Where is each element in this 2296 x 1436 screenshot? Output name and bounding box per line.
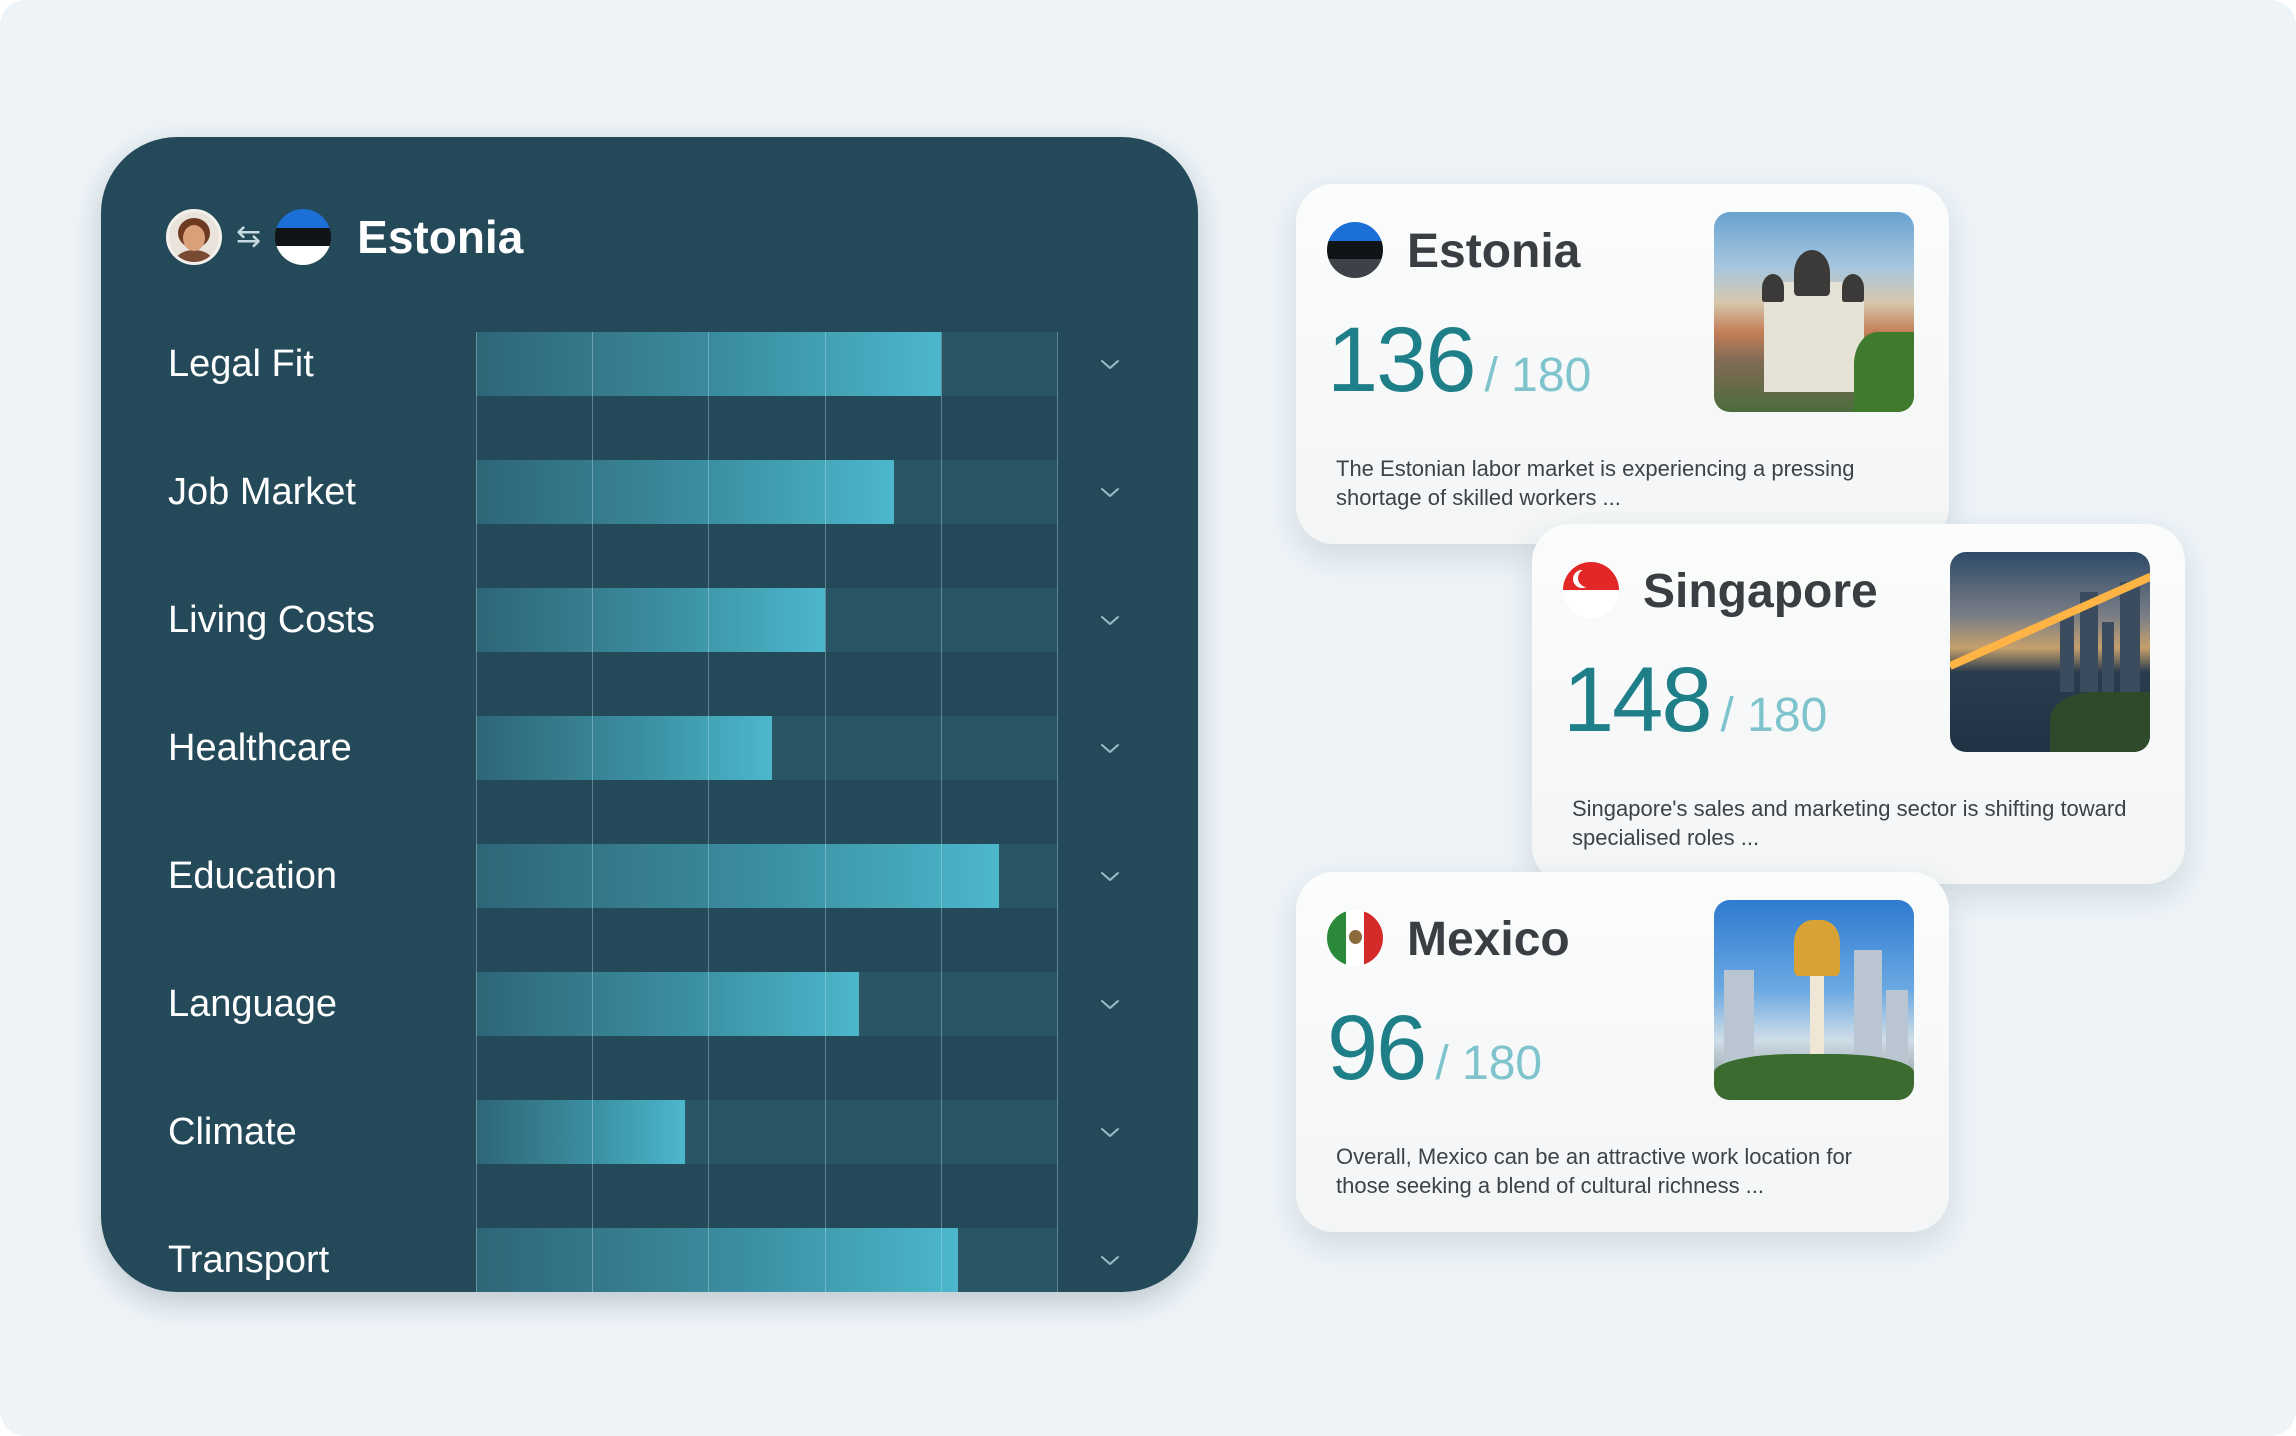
bar-gridline <box>941 332 942 1292</box>
criterion-bar-fill-climate <box>476 1100 686 1164</box>
criterion-bar-track-transport <box>476 1228 1057 1292</box>
criterion-bar-fill-living-costs <box>476 588 825 652</box>
criterion-label-legal-fit: Legal Fit <box>168 343 314 385</box>
chevron-down-icon[interactable] <box>1099 588 1121 652</box>
bar-gridline <box>592 332 593 1292</box>
criterion-bar-track-language <box>476 972 1057 1036</box>
country-card-mexico[interactable]: Mexico 96/ 180 Overall, Mexico can be an… <box>1296 872 1949 1232</box>
chevron-down-icon[interactable] <box>1099 972 1121 1036</box>
criterion-label-living-costs: Living Costs <box>168 599 375 641</box>
criterion-label-job-market: Job Market <box>168 471 356 513</box>
criterion-bar-fill-language <box>476 972 860 1036</box>
chevron-down-icon[interactable] <box>1099 1228 1121 1292</box>
criterion-bar-fill-transport <box>476 1228 959 1292</box>
chevron-down-icon[interactable] <box>1099 460 1121 524</box>
canvas: ⇆ Estonia Legal Fit Job Market Living Cost… <box>0 0 2296 1436</box>
tallinn-city-photo <box>1714 212 1914 412</box>
criterion-bar-track-healthcare <box>476 716 1057 780</box>
singapore-flag-icon <box>1563 562 1619 618</box>
score-max: / 180 <box>1720 689 1828 742</box>
panel-header: ⇆ Estonia <box>166 207 523 267</box>
country-description: Overall, Mexico can be an attractive wor… <box>1336 1144 1853 1198</box>
panel-title: Estonia <box>357 211 524 263</box>
country-score: 148/ 180 <box>1563 649 1828 751</box>
singapore-city-photo <box>1950 552 2150 752</box>
bar-gridline <box>825 332 826 1292</box>
criterion-bar-fill-healthcare <box>476 716 773 780</box>
country-description: Singapore's sales and marketing sector i… <box>1572 796 2127 850</box>
chevron-down-icon[interactable] <box>1099 844 1121 908</box>
criterion-label-transport: Transport <box>168 1239 330 1281</box>
mexico-flag-icon <box>1327 910 1383 966</box>
score-max: / 180 <box>1435 1037 1543 1090</box>
country-fit-panel: ⇆ Estonia Legal Fit Job Market Living Cost… <box>101 137 1198 1292</box>
score-max: / 180 <box>1484 349 1592 402</box>
country-card-estonia[interactable]: Estonia 136/ 180 The Estonian labor mark… <box>1296 184 1949 544</box>
country-description: The Estonian labor market is experiencin… <box>1336 456 1855 510</box>
criterion-bar-fill-job-market <box>476 460 895 524</box>
criterion-bar-track-climate <box>476 1100 1057 1164</box>
mexico-city-photo <box>1714 900 1914 1100</box>
criterion-bar-track-living-costs <box>476 588 1057 652</box>
criterion-label-education: Education <box>168 855 338 897</box>
criterion-bar-track-legal-fit <box>476 332 1057 396</box>
swap-arrows-icon[interactable]: ⇆ <box>236 222 261 252</box>
bar-gridline <box>476 332 477 1292</box>
chevron-down-icon[interactable] <box>1099 716 1121 780</box>
country-name: Singapore <box>1643 565 1878 618</box>
criterion-bar-fill-education <box>476 844 999 908</box>
user-avatar[interactable] <box>166 209 222 265</box>
chevron-down-icon[interactable] <box>1099 332 1121 396</box>
estonia-flag-icon <box>275 209 332 265</box>
criterion-label-climate: Climate <box>168 1111 297 1153</box>
country-card-singapore[interactable]: Singapore 148/ 180 Singapore's sales and… <box>1532 524 2185 884</box>
criterion-bar-track-education <box>476 844 1057 908</box>
bar-gridline <box>1057 332 1058 1292</box>
bar-gridline <box>708 332 709 1292</box>
estonia-flag-icon <box>1327 222 1383 278</box>
country-score: 136/ 180 <box>1327 309 1592 411</box>
criterion-label-language: Language <box>168 983 338 1025</box>
country-name: Estonia <box>1407 225 1581 278</box>
country-score: 96/ 180 <box>1327 997 1543 1099</box>
chevron-down-icon[interactable] <box>1099 1100 1121 1164</box>
criterion-label-healthcare: Healthcare <box>168 727 352 769</box>
criterion-bar-track-job-market <box>476 460 1057 524</box>
country-name: Mexico <box>1407 913 1570 966</box>
